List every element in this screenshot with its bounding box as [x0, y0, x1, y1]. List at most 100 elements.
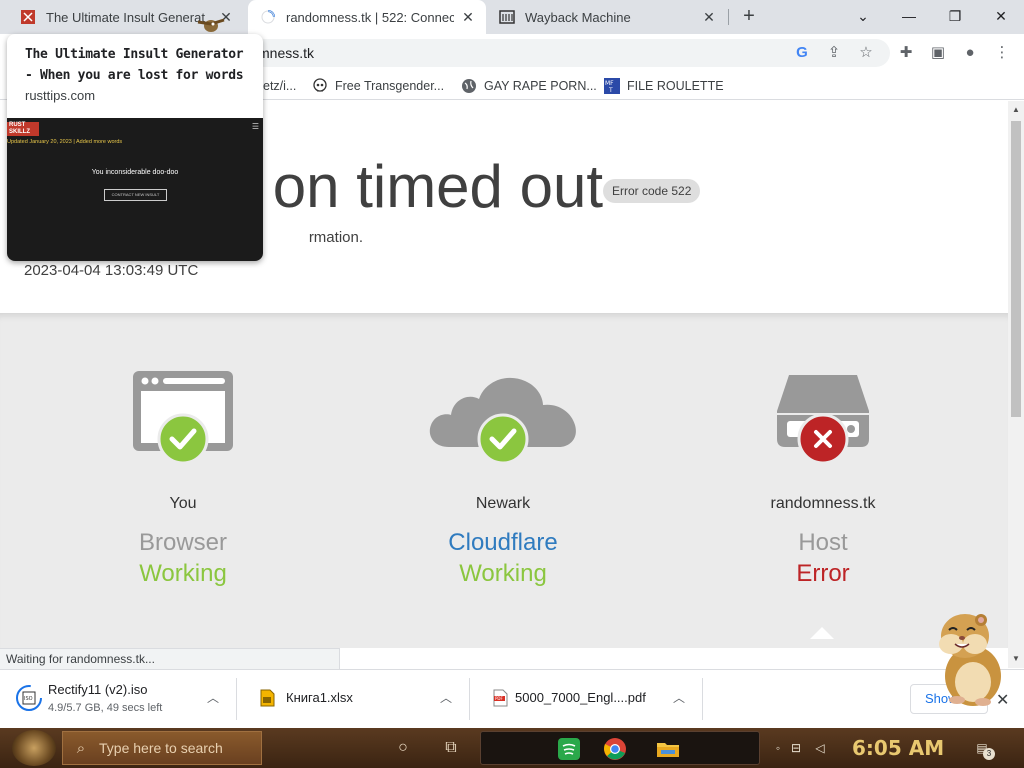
clock[interactable]: 6:05 AM	[852, 736, 944, 760]
cortana-icon[interactable]: ○	[392, 738, 414, 758]
chevron-up-icon[interactable]: ︿	[671, 690, 687, 706]
scroll-up-icon[interactable]: ▲	[1008, 103, 1024, 117]
close-icon[interactable]: ✕	[701, 9, 717, 25]
pdf-file-icon: PDF	[493, 689, 508, 707]
diagnostic-panel: You Browser Working Newark Cloudflare Wo…	[0, 313, 1008, 648]
tab-separator	[728, 9, 729, 25]
logo-line: SKILLZ	[9, 129, 30, 135]
bookmark-item[interactable]: etz/i...	[263, 77, 296, 95]
tab-strip: The Ultimate Insult Generat ✕ randomness…	[0, 0, 1024, 34]
google-lens-icon[interactable]: G	[792, 43, 812, 63]
hover-card-title: The Ultimate Insult Generator - When you…	[25, 47, 244, 83]
start-button[interactable]	[12, 730, 56, 766]
download-item[interactable]: Книга1.xlsx ︿	[238, 670, 468, 728]
tab-randomness[interactable]: randomness.tk | 522: Connect ✕	[248, 0, 486, 34]
node-name: Browser	[138, 529, 228, 556]
error-title: on timed out	[263, 151, 603, 231]
scroll-down-icon[interactable]: ▼	[1008, 652, 1024, 666]
taskbar-app-tray	[480, 731, 760, 765]
restore-button[interactable]: ❐	[932, 2, 978, 30]
volume-muted-icon[interactable]: ◁	[812, 740, 828, 756]
node-browser: You Browser Working	[63, 313, 303, 633]
download-item[interactable]: PDF 5000_7000_Engl....pdf ︿	[471, 670, 701, 728]
node-status: Error	[796, 560, 850, 587]
wayback-icon	[499, 9, 515, 25]
tray-chevron-icon[interactable]: ◦	[770, 740, 786, 756]
node-status: Working	[139, 560, 227, 587]
node-cloudflare: Newark Cloudflare Working	[383, 313, 623, 633]
menu-kebab-icon[interactable]: ⋮	[992, 43, 1012, 63]
bookmark-item[interactable]: MF T FILE ROULETTE	[604, 77, 724, 95]
tab-search-button[interactable]: ⌄	[840, 2, 886, 30]
hamster-desktop-pet[interactable]	[935, 604, 1007, 708]
browser-window-icon	[133, 371, 233, 465]
bookmark-star-icon[interactable]: ☆	[856, 43, 876, 63]
download-item[interactable]: ISO Rectify11 (v2).iso 4.9/5.7 GB, 49 se…	[0, 670, 236, 728]
hover-card-preview: RUST SKILLZ ☰ Updated January 20, 2023 |…	[7, 118, 263, 261]
iso-file-icon: ISO	[16, 685, 42, 711]
chrome-icon[interactable]	[603, 737, 627, 761]
download-filename: Rectify11 (v2).iso	[48, 682, 148, 697]
node-name: Cloudflare	[448, 529, 558, 556]
network-icon[interactable]: ⊟	[788, 740, 804, 756]
taskbar-search[interactable]: ⌕ Type here to search	[62, 731, 262, 765]
download-filename: 5000_7000_Engl....pdf	[515, 690, 646, 705]
side-panel-icon[interactable]: ▣	[928, 43, 948, 63]
search-placeholder: Type here to search	[99, 740, 223, 756]
preview-updated-text: Updated January 20, 2023 | Added more wo…	[7, 139, 123, 145]
close-window-button[interactable]: ✕	[978, 2, 1024, 30]
divider	[469, 678, 470, 720]
windows-taskbar: ⌕ Type here to search ○ ⧉ ◦ ⊟ ◁ 6:05 AM …	[0, 728, 1024, 768]
logo-line: RUST	[9, 122, 26, 128]
bookmark-label: FILE ROULETTE	[627, 79, 724, 93]
file-explorer-icon[interactable]	[655, 737, 681, 761]
tab-hover-card: The Ultimate Insult Generator - When you…	[7, 34, 263, 261]
tab-title: The Ultimate Insult Generat	[46, 9, 205, 25]
task-view-icon[interactable]: ⧉	[440, 738, 462, 758]
svg-text:PDF: PDF	[495, 696, 503, 701]
bookmark-label: GAY RAPE PORN...	[484, 79, 597, 93]
profile-avatar-icon[interactable]: ●	[960, 43, 980, 63]
scroll-thumb[interactable]	[1011, 121, 1021, 417]
node-location: Newark	[475, 495, 531, 512]
svg-text:MF: MF	[605, 80, 614, 87]
globe-icon	[461, 78, 477, 94]
xlsx-file-icon	[260, 689, 275, 707]
page-scrollbar[interactable]: ▲ ▼	[1008, 101, 1024, 668]
server-icon	[777, 375, 869, 465]
error-timestamp: 2023-04-04 13:03:49 UTC	[24, 262, 199, 279]
rust-skillz-logo: RUST SKILLZ	[7, 122, 39, 136]
chevron-up-icon[interactable]: ︿	[205, 690, 221, 706]
tab-title: randomness.tk | 522: Connect	[286, 9, 454, 25]
preview-insult-text: You inconsiderable doo-doo	[91, 169, 179, 176]
error-title-text: on timed out	[272, 153, 603, 220]
svg-text:T: T	[608, 87, 613, 94]
error-code-badge: Error code 522	[603, 179, 701, 203]
status-bubble: Waiting for randomness.tk...	[0, 648, 340, 669]
cloud-icon	[429, 377, 576, 465]
mft-icon: MF T	[604, 78, 620, 94]
node-location: randomness.tk	[770, 495, 876, 512]
share-icon[interactable]: ⇪	[824, 43, 844, 63]
more-info-text: rmation.	[263, 229, 363, 249]
divider	[702, 678, 703, 720]
preview-button: CONTRACT NEW INSULT	[104, 189, 167, 201]
new-tab-button[interactable]: +	[737, 5, 761, 29]
download-progress: 4.9/5.7 GB, 49 secs left	[48, 702, 163, 714]
bookmark-item[interactable]: Free Transgender...	[312, 77, 444, 95]
chevron-up-icon[interactable]: ︿	[438, 690, 454, 706]
more-info-fragment: rmation.	[308, 229, 363, 246]
search-icon: ⌕	[76, 739, 86, 757]
bookmark-label: etz/i...	[263, 79, 297, 93]
spotify-like-icon[interactable]	[557, 737, 581, 761]
minimize-button[interactable]: —	[886, 2, 932, 30]
extensions-icon[interactable]: ✚	[896, 43, 916, 63]
node-location: You	[169, 495, 197, 512]
tab-wayback[interactable]: Wayback Machine ✕	[487, 0, 727, 34]
node-status: Working	[459, 560, 547, 587]
host-pointer-arrow	[810, 627, 834, 639]
bookmark-item[interactable]: GAY RAPE PORN...	[461, 77, 597, 95]
node-host: randomness.tk Host Error	[703, 313, 943, 633]
close-icon[interactable]: ✕	[460, 9, 476, 25]
downloads-shelf: ISO Rectify11 (v2).iso 4.9/5.7 GB, 49 se…	[0, 669, 1024, 728]
